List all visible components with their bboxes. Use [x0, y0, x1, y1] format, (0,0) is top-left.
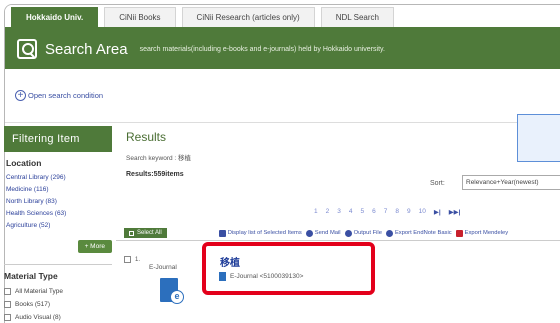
next-page-icon[interactable]: ▶|	[434, 208, 441, 216]
more-button[interactable]: + More	[77, 239, 112, 253]
display-list-link[interactable]: Display list of Selected Items	[218, 229, 302, 237]
location-item-north-library[interactable]: North Library (83)	[6, 196, 112, 208]
tab-cinii-research[interactable]: CiNii Research (articles only)	[181, 7, 315, 27]
audio-visual-checkbox[interactable]	[4, 314, 11, 321]
result-type-label: E-Journal	[149, 264, 177, 271]
pagination: 1 2 3 4 5 6 7 8 9 10 ▶| ▶▶|	[314, 208, 469, 216]
page-link[interactable]: 1	[314, 208, 318, 216]
result-checkbox-row[interactable]: 1.	[124, 256, 140, 263]
results-title: Results	[126, 130, 167, 144]
last-page-icon[interactable]: ▶▶|	[449, 208, 461, 216]
page-link[interactable]: 7	[384, 208, 388, 216]
send-mail-label: Send Mail	[314, 230, 341, 236]
page-link[interactable]: 6	[372, 208, 376, 216]
sort-select[interactable]: Relevance+Year(newest)	[462, 175, 560, 190]
export-icon	[385, 229, 393, 237]
export-mendeley-label: Export Mendeley	[464, 230, 509, 236]
material-type-title: Material Type	[4, 264, 112, 281]
page-link[interactable]: 5	[361, 208, 365, 216]
all-material-checkbox[interactable]	[4, 288, 11, 295]
filter-heading: Filtering Item	[4, 126, 112, 152]
material-item-label: All Material Type	[15, 288, 63, 295]
open-search-condition-label: Open search condition	[28, 91, 104, 100]
books-checkbox[interactable]	[4, 301, 11, 308]
material-item-audio-visual[interactable]: Audio Visual (8)	[4, 311, 112, 323]
search-area-header: Search Area search materials(including e…	[5, 29, 560, 69]
search-area-title: Search Area	[45, 40, 128, 58]
plus-circle-icon: +	[15, 90, 26, 101]
select-all-button[interactable]: Select All	[124, 228, 167, 238]
search-keyword: Search keyword : 移植	[126, 155, 192, 162]
material-item-label: Audio Visual (8)	[15, 314, 61, 321]
info-panel	[517, 114, 560, 162]
mendeley-icon	[455, 229, 463, 237]
ejournal-icon: e	[160, 278, 184, 304]
results-toolbar: Select All Display list of Selected Item…	[116, 226, 560, 241]
export-endnote-label: Export EndNote Basic	[394, 230, 452, 236]
location-item-health-sciences[interactable]: Health Sciences (63)	[6, 208, 112, 220]
page-link[interactable]: 3	[337, 208, 341, 216]
sort-label: Sort:	[430, 180, 445, 187]
display-list-label: Display list of Selected Items	[227, 230, 302, 236]
page-link[interactable]: 4	[349, 208, 353, 216]
page-link[interactable]: 10	[419, 208, 426, 216]
open-search-condition[interactable]: + Open search condition	[5, 69, 560, 123]
page-link[interactable]: 8	[395, 208, 399, 216]
output-file-label: Output File	[353, 230, 382, 236]
search-icon	[17, 39, 37, 59]
location-item-central-library[interactable]: Central Library (296)	[6, 172, 112, 184]
mail-icon	[305, 229, 313, 237]
location-list: Central Library (296) Medicine (116) Nor…	[6, 172, 112, 232]
material-item-label: Books (517)	[15, 301, 51, 308]
tab-hokkaido-univ[interactable]: Hokkaido Univ.	[11, 7, 99, 27]
more-row: + More	[4, 236, 112, 256]
select-all-label: Select All	[137, 230, 162, 236]
search-area-description: search materials(including e-books and e…	[139, 45, 385, 53]
result-checkbox[interactable]	[124, 256, 131, 263]
source-tab-bar: Hokkaido Univ. CiNii Books CiNii Researc…	[5, 5, 560, 29]
location-item-agriculture[interactable]: Agriculture (52)	[6, 220, 112, 232]
highlight-box	[202, 242, 375, 295]
checkbox-icon	[129, 230, 134, 236]
page-link[interactable]: 2	[326, 208, 330, 216]
material-item-books[interactable]: Books (517)	[4, 298, 112, 311]
toolbar-actions: Display list of Selected Items Send Mail…	[218, 229, 512, 237]
filter-sidebar: Filtering Item Location Central Library …	[4, 126, 112, 323]
location-item-medicine[interactable]: Medicine (116)	[6, 184, 112, 196]
material-item-all[interactable]: All Material Type	[4, 285, 112, 298]
page-link[interactable]: 9	[407, 208, 411, 216]
e-badge-icon: e	[170, 290, 184, 304]
tab-ndl-search[interactable]: NDL Search	[320, 7, 394, 27]
edit-icon	[218, 229, 226, 237]
output-file-link[interactable]: Output File	[344, 229, 382, 237]
location-title: Location	[6, 158, 42, 168]
export-endnote-link[interactable]: Export EndNote Basic	[385, 229, 452, 237]
send-mail-link[interactable]: Send Mail	[305, 229, 341, 237]
export-mendeley-link[interactable]: Export Mendeley	[455, 229, 509, 237]
results-count: Results:559items	[126, 171, 184, 178]
result-number: 1.	[135, 256, 141, 263]
file-icon	[344, 229, 352, 237]
tab-cinii-books[interactable]: CiNii Books	[104, 7, 176, 27]
